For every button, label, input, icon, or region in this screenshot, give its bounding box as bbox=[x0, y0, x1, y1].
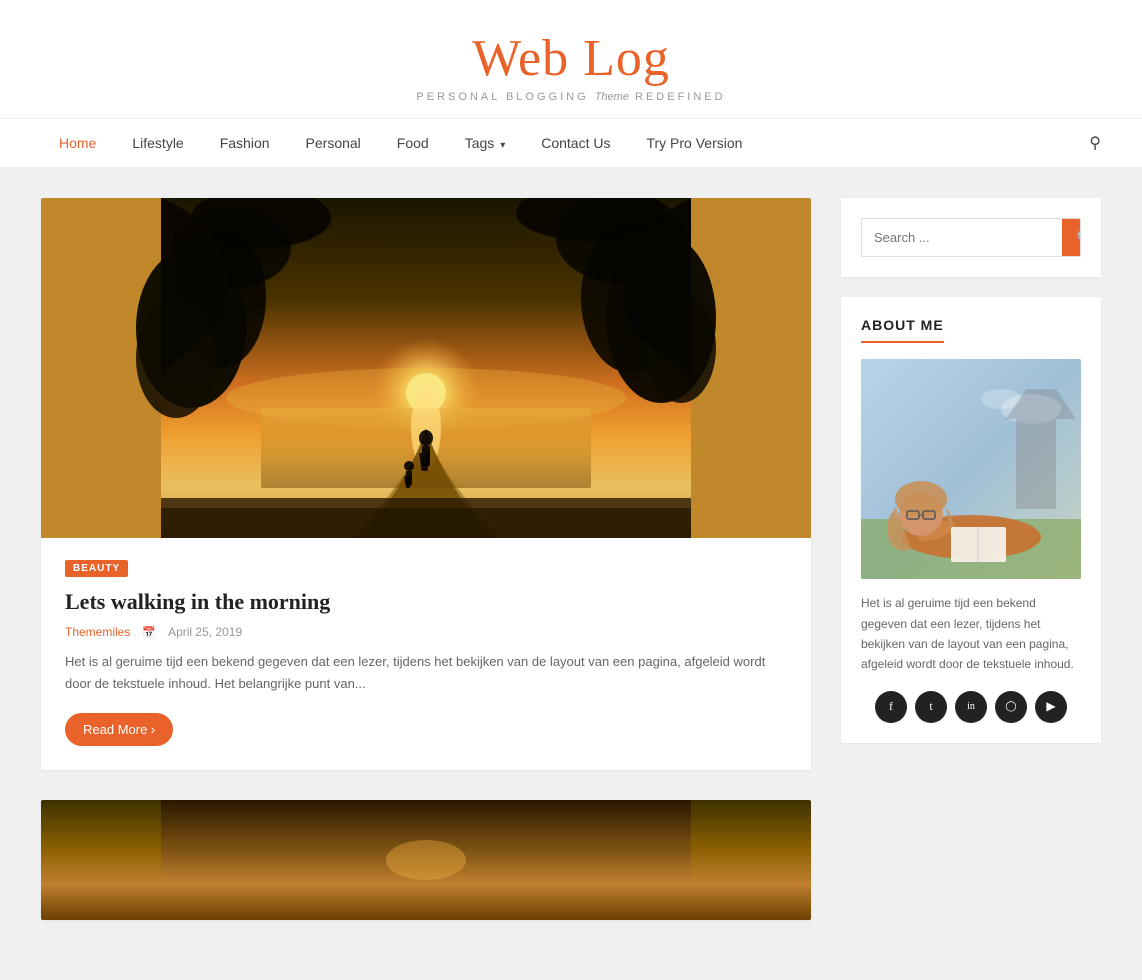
post-image bbox=[41, 198, 811, 538]
main-nav: Home Lifestyle Fashion Personal Food Tag… bbox=[0, 118, 1142, 168]
calendar-icon: 📅 bbox=[142, 626, 156, 639]
search-widget: 🔍 bbox=[841, 198, 1101, 277]
nav-item-fashion[interactable]: Fashion bbox=[202, 119, 288, 167]
social-icons: f t in ◯ ▶ bbox=[861, 691, 1081, 723]
post-excerpt: Het is al geruime tijd een bekend gegeve… bbox=[65, 651, 787, 695]
about-widget: ABOUT ME bbox=[841, 297, 1101, 743]
nav-link-contact[interactable]: Contact Us bbox=[523, 119, 628, 167]
instagram-icon: ◯ bbox=[1005, 701, 1016, 712]
facebook-icon: f bbox=[889, 699, 893, 714]
post-body: BEAUTY Lets walking in the morning Theme… bbox=[41, 538, 811, 770]
search-icon: 🔍 bbox=[1076, 229, 1081, 245]
site-title: Web Log bbox=[20, 30, 1122, 87]
search-input[interactable] bbox=[862, 220, 1062, 255]
read-more-button[interactable]: Read More bbox=[65, 713, 173, 746]
about-image-svg bbox=[861, 359, 1081, 579]
about-image bbox=[861, 359, 1081, 579]
category-badge[interactable]: BEAUTY bbox=[65, 560, 128, 577]
nav-link-pro[interactable]: Try Pro Version bbox=[628, 119, 760, 167]
sidebar: 🔍 ABOUT ME bbox=[841, 198, 1101, 950]
nav-link-lifestyle[interactable]: Lifestyle bbox=[114, 119, 201, 167]
social-icon-facebook[interactable]: f bbox=[875, 691, 907, 723]
widget-title-about: ABOUT ME bbox=[861, 317, 944, 343]
nav-item-pro[interactable]: Try Pro Version bbox=[628, 119, 760, 167]
youtube-icon: ▶ bbox=[1046, 699, 1055, 714]
main-content: BEAUTY Lets walking in the morning Theme… bbox=[41, 198, 811, 950]
search-icon[interactable]: ⚲ bbox=[1089, 133, 1101, 153]
nav-item-home[interactable]: Home bbox=[41, 119, 114, 167]
page-wrap: BEAUTY Lets walking in the morning Theme… bbox=[21, 198, 1121, 950]
linkedin-icon: in bbox=[967, 701, 975, 712]
nav-link-tags[interactable]: Tags ▾ bbox=[447, 119, 524, 167]
nav-link-food[interactable]: Food bbox=[379, 119, 447, 167]
post-card-2 bbox=[41, 800, 811, 920]
social-icon-twitter[interactable]: t bbox=[915, 691, 947, 723]
nav-item-food[interactable]: Food bbox=[379, 119, 447, 167]
site-tagline: PERSONAL BLOGGING Theme REDEFINED bbox=[20, 91, 1122, 103]
post-image-2 bbox=[41, 800, 811, 920]
social-icon-instagram[interactable]: ◯ bbox=[995, 691, 1027, 723]
post-image-2-svg bbox=[41, 800, 811, 920]
nav-link-personal[interactable]: Personal bbox=[288, 119, 379, 167]
nav-link-home[interactable]: Home bbox=[41, 119, 114, 167]
search-button[interactable]: 🔍 bbox=[1062, 219, 1081, 256]
post-title: Lets walking in the morning bbox=[65, 589, 787, 615]
search-form: 🔍 bbox=[861, 218, 1081, 257]
nav-link-fashion[interactable]: Fashion bbox=[202, 119, 288, 167]
nav-links: Home Lifestyle Fashion Personal Food Tag… bbox=[41, 119, 760, 167]
chevron-down-icon: ▾ bbox=[500, 140, 505, 151]
nav-item-lifestyle[interactable]: Lifestyle bbox=[114, 119, 201, 167]
nav-item-contact[interactable]: Contact Us bbox=[523, 119, 628, 167]
social-icon-youtube[interactable]: ▶ bbox=[1035, 691, 1067, 723]
nav-item-tags[interactable]: Tags ▾ bbox=[447, 119, 524, 167]
about-title: ABOUT ME bbox=[861, 317, 1081, 359]
post-date: April 25, 2019 bbox=[168, 625, 242, 639]
social-icon-linkedin[interactable]: in bbox=[955, 691, 987, 723]
post-image-svg bbox=[41, 198, 811, 538]
post-author: Thememiles bbox=[65, 625, 130, 639]
post-meta: Thememiles 📅 April 25, 2019 bbox=[65, 625, 787, 639]
about-text: Het is al geruime tijd een bekend gegeve… bbox=[861, 593, 1081, 675]
twitter-icon: t bbox=[929, 699, 932, 714]
post-card: BEAUTY Lets walking in the morning Theme… bbox=[41, 198, 811, 770]
site-header: Web Log PERSONAL BLOGGING Theme REDEFINE… bbox=[0, 0, 1142, 118]
nav-item-personal[interactable]: Personal bbox=[288, 119, 379, 167]
